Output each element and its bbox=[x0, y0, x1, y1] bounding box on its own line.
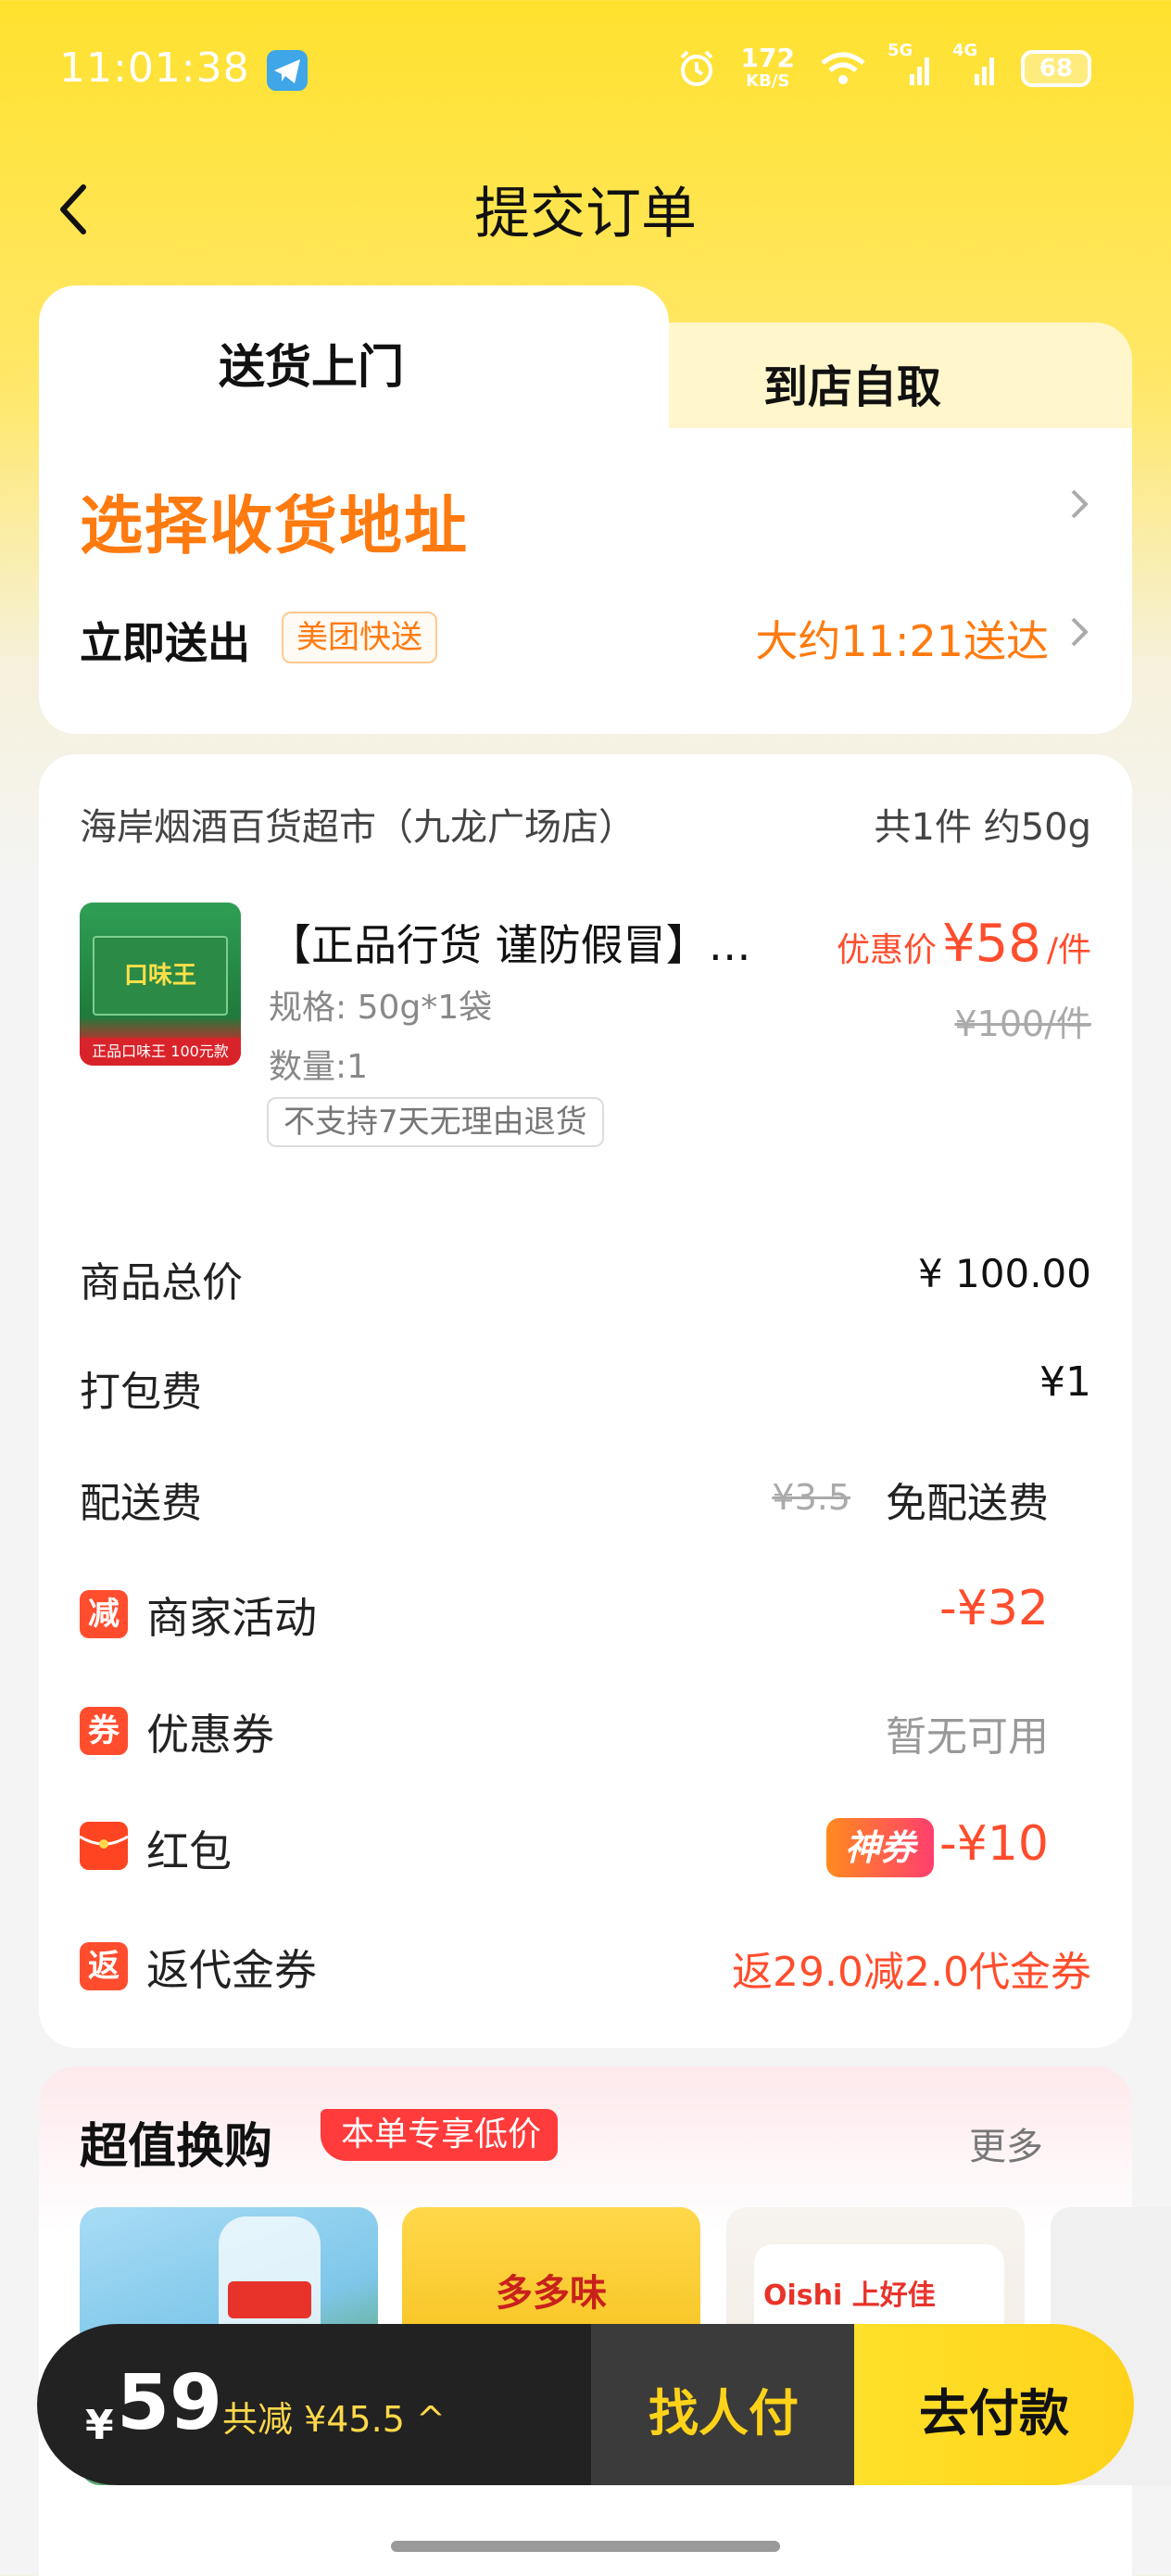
product-price: 优惠价 ¥58 /件 bbox=[837, 914, 1091, 974]
net-speed-value: 172 bbox=[740, 43, 795, 73]
packing-fee-label: 打包费 bbox=[80, 1369, 202, 1416]
order-summary: 共1件 约50g bbox=[874, 806, 1091, 849]
product-image-brand: 口味王 bbox=[123, 962, 196, 990]
super-coupon-badge: 神券 bbox=[825, 1818, 934, 1877]
signal-5g-icon: 5G bbox=[888, 41, 932, 87]
red-packet-label[interactable]: 红包 bbox=[146, 1818, 232, 1879]
upsell-more-link[interactable]: 更多 bbox=[969, 2116, 1043, 2170]
tab-pickup[interactable]: 到店自取 bbox=[704, 350, 1001, 415]
price-unit: /件 bbox=[1046, 931, 1091, 969]
delivery-fee-label: 配送费 bbox=[80, 1480, 202, 1527]
total-currency: ¥ bbox=[85, 2402, 114, 2449]
chevron-right-icon[interactable] bbox=[1065, 612, 1093, 663]
original-price: ¥100/件 bbox=[954, 1004, 1091, 1044]
price-amount: ¥58 bbox=[941, 914, 1041, 974]
total-amount: 59 bbox=[117, 2359, 223, 2447]
packing-fee-value: ¥1 bbox=[1039, 1358, 1091, 1406]
page-title: 提交订单 bbox=[474, 182, 697, 246]
product-spec: 规格: 50g*1袋 bbox=[269, 989, 493, 1027]
rebate-icon: 返 bbox=[80, 1942, 128, 1990]
battery-icon: 68 bbox=[1021, 50, 1091, 87]
status-time: 11:01:38 bbox=[59, 44, 250, 92]
delivery-badge: 美团快送 bbox=[282, 612, 437, 663]
net-speed: 172 KB/S bbox=[741, 45, 795, 92]
signal-4g-icon: 4G bbox=[952, 41, 997, 87]
signal-5g-label: 5G bbox=[888, 41, 913, 60]
chevron-right-icon[interactable] bbox=[1065, 484, 1093, 535]
upsell-title: 超值换购 bbox=[80, 2119, 273, 2175]
product-image[interactable]: 口味王 正品口味王 100元款 bbox=[80, 903, 241, 1066]
total-discount[interactable]: 共减 ¥45.5 ^ bbox=[222, 2391, 446, 2442]
find-payer-button[interactable]: 找人付 bbox=[591, 2372, 856, 2445]
net-speed-unit: KB/S bbox=[746, 71, 790, 91]
red-packet-value[interactable]: -¥10 bbox=[939, 1816, 1049, 1872]
select-address[interactable]: 选择收货地址 bbox=[80, 474, 469, 566]
coupon-value[interactable]: 暂无可用 bbox=[886, 1703, 1049, 1762]
return-policy-tag: 不支持7天无理由退货 bbox=[267, 1097, 604, 1147]
promo-value[interactable]: -¥32 bbox=[939, 1581, 1049, 1636]
delivery-fee-original: ¥3.5 bbox=[772, 1477, 850, 1518]
promo-icon: 减 bbox=[80, 1590, 128, 1638]
upsell-tag: 本单专享低价 bbox=[321, 2109, 559, 2161]
wifi-icon bbox=[819, 50, 867, 87]
coupon-label[interactable]: 优惠券 bbox=[146, 1701, 274, 1762]
subtotal-value: ¥ 100.00 bbox=[917, 1251, 1091, 1296]
delivery-fee-value: 免配送费 bbox=[886, 1480, 1049, 1527]
signal-4g-label: 4G bbox=[952, 41, 978, 60]
coupon-icon: 券 bbox=[80, 1707, 128, 1755]
alarm-icon bbox=[676, 48, 717, 89]
telegram-icon bbox=[265, 48, 309, 93]
delivery-eta[interactable]: 大约11:21送达 bbox=[755, 608, 1049, 669]
tab-delivery[interactable]: 送货上门 bbox=[172, 330, 450, 397]
store-name[interactable]: 海岸烟酒百货超市（九龙广场店） bbox=[80, 797, 636, 851]
delivery-mode-label: 立即送出 bbox=[80, 618, 250, 668]
upsell-item-brand: 多多味 bbox=[496, 2272, 607, 2315]
pay-button[interactable]: 去付款 bbox=[854, 2372, 1134, 2445]
home-indicator[interactable] bbox=[391, 2541, 780, 2552]
status-indicators: 172 KB/S 5G 4G 68 bbox=[676, 41, 1091, 95]
tab-curve bbox=[537, 285, 676, 434]
product-qty: 数量:1 bbox=[269, 1048, 369, 1086]
upsell-item-brand: Oishi 上好佳 bbox=[763, 2279, 936, 2312]
rebate-value[interactable]: 返29.0减2.0代金券 bbox=[732, 1938, 1091, 1998]
promo-label[interactable]: 商家活动 bbox=[146, 1585, 317, 1646]
price-label: 优惠价 bbox=[836, 931, 937, 969]
product-image-banner: 正品口味王 100元款 bbox=[80, 1038, 241, 1066]
product-name[interactable]: 【正品行货 谨防假冒】口味王槟榔 bbox=[269, 912, 787, 973]
red-packet-icon bbox=[79, 1822, 129, 1870]
subtotal-label: 商品总价 bbox=[80, 1259, 243, 1307]
rebate-label[interactable]: 返代金券 bbox=[146, 1937, 317, 1998]
